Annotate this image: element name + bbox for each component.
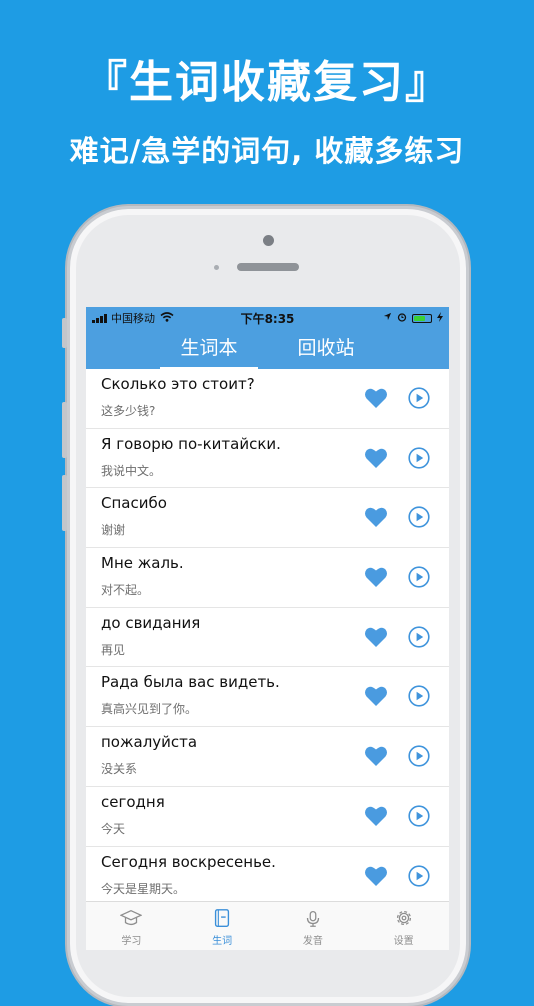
gear-icon	[396, 910, 411, 926]
favorite-heart-icon[interactable]	[364, 865, 388, 887]
promo-title: 『生词收藏复习』	[83, 57, 451, 108]
tab-settings-label: 设置	[393, 936, 414, 947]
play-audio-icon[interactable]	[408, 685, 430, 708]
bottom-tab-bar: 学习 生词 发音 设置	[86, 901, 449, 950]
favorite-heart-icon[interactable]	[364, 566, 388, 588]
tab-settings[interactable]: 设置	[358, 902, 449, 950]
favorite-heart-icon[interactable]	[364, 685, 388, 707]
word-row[interactable]: пожалуйста 没关系	[86, 727, 449, 787]
play-audio-icon[interactable]	[408, 506, 430, 528]
word-phrase: Мне жаль.	[101, 554, 184, 573]
word-phrase: до свидания	[101, 613, 201, 632]
play-audio-icon[interactable]	[408, 745, 430, 767]
word-translation: 我说中文。	[101, 463, 162, 478]
word-row[interactable]: Я говорю по-китайски. 我说中文。	[86, 429, 449, 489]
word-phrase: Я говорю по-китайски.	[101, 434, 281, 453]
word-row[interactable]: Сегодня воскресенье. 今天是星期天。	[86, 847, 449, 903]
word-phrase: Рада была вас видеть.	[101, 673, 280, 692]
favorite-heart-icon[interactable]	[364, 805, 388, 827]
word-row[interactable]: Мне жаль. 对不起。	[86, 548, 449, 608]
word-translation: 谢谢	[101, 523, 126, 538]
word-phrase: Спасибо	[101, 494, 167, 513]
phone-screen: 中国移动 下午8:35 生词本 回收站 Сколько это стоит? 这多…	[86, 307, 449, 950]
word-row[interactable]: Сколько это стоит? 这多少钱?	[86, 369, 449, 429]
word-list: Сколько это стоит? 这多少钱? Я говорю по-китай…	[86, 369, 449, 902]
word-translation: 没关系	[101, 762, 138, 777]
play-audio-icon[interactable]	[408, 864, 430, 887]
battery-icon	[412, 313, 432, 323]
status-bar: 中国移动 下午8:35	[86, 307, 449, 329]
word-phrase: Сколько это стоит?	[101, 375, 255, 393]
play-audio-icon[interactable]	[408, 626, 430, 648]
mute-switch	[62, 318, 67, 348]
tab-study[interactable]: 学习	[86, 902, 177, 950]
tab-vocabulary-label: 生词	[212, 936, 233, 947]
play-audio-icon[interactable]	[408, 447, 430, 469]
word-phrase: пожалуйста	[101, 733, 198, 752]
proximity-sensor	[214, 265, 219, 270]
front-camera	[263, 235, 274, 246]
promo-subtitle: 难记/急学的词句, 收藏多练习	[69, 134, 465, 168]
word-phrase: Сегодня воскресенье.	[101, 852, 276, 871]
graduation-cap-icon	[120, 909, 143, 926]
word-translation: 这多少钱?	[101, 404, 156, 418]
segment-nav: 生词本 回收站	[86, 329, 449, 369]
favorite-heart-icon[interactable]	[364, 447, 388, 469]
tab-pronunciation-label: 发音	[302, 936, 323, 947]
status-time: 下午8:35	[240, 311, 295, 326]
tab-pronunciation[interactable]: 发音	[268, 902, 359, 950]
word-translation: 今天	[101, 821, 126, 836]
volume-up-button	[62, 402, 67, 458]
tab-vocabulary-book[interactable]: 生词本	[160, 329, 258, 369]
tab-recycle-bin[interactable]: 回收站	[290, 329, 363, 369]
microphone-icon	[306, 910, 320, 927]
word-row[interactable]: сегодня 今天	[86, 787, 449, 847]
favorite-heart-icon[interactable]	[364, 506, 388, 528]
notebook-icon	[215, 909, 230, 927]
tab-vocabulary[interactable]: 生词	[177, 902, 268, 950]
favorite-heart-icon[interactable]	[364, 626, 388, 648]
word-row[interactable]: Спасибо 谢谢	[86, 488, 449, 549]
word-row[interactable]: Рада была вас видеть. 真高兴见到了你。	[86, 667, 449, 728]
earpiece-speaker	[237, 263, 299, 271]
tab-study-label: 学习	[121, 936, 142, 947]
favorite-heart-icon[interactable]	[364, 745, 388, 767]
word-translation: 再见	[101, 642, 126, 657]
play-audio-icon[interactable]	[408, 805, 430, 827]
volume-down-button	[62, 475, 67, 531]
favorite-heart-icon[interactable]	[364, 387, 388, 409]
word-row[interactable]: до свидания 再见	[86, 608, 449, 668]
word-translation: 对不起。	[101, 583, 150, 598]
word-translation: 真高兴见到了你。	[101, 702, 198, 717]
play-audio-icon[interactable]	[408, 387, 430, 409]
word-phrase: сегодня	[101, 792, 165, 811]
play-audio-icon[interactable]	[408, 566, 430, 588]
word-translation: 今天是星期天。	[101, 881, 186, 896]
